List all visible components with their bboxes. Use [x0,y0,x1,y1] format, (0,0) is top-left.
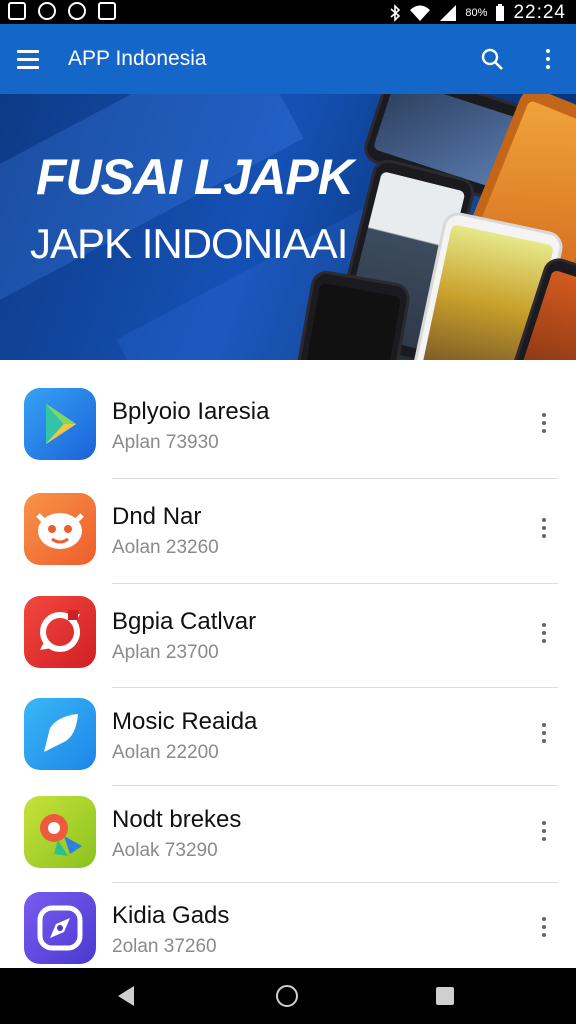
list-item[interactable]: Nodt brekes Aolak 73290 [0,782,576,882]
home-icon[interactable] [276,985,298,1007]
list-item[interactable]: Dnd Nar Aolan 23260 [0,479,576,579]
battery-percent: 80% [465,7,488,19]
app-meta: Aplan 23700 [112,642,219,663]
more-vert-icon[interactable] [532,718,556,748]
app-title: APP Indonesia [68,47,207,70]
app-meta: Aolak 73290 [112,840,218,861]
refresh-app-icon [24,596,96,668]
list-item[interactable]: Kidia Gads 2olan 37260 [0,878,576,968]
more-vert-icon[interactable] [532,408,556,438]
recents-icon[interactable] [436,987,454,1005]
app-meta: Aolan 22200 [112,742,219,763]
signal-icon [440,5,457,21]
chat-bubble-icon [24,698,96,770]
list-item[interactable]: Bplyoio Iaresia Aplan 73930 [0,374,576,474]
app-name: Bplyoio Iaresia [112,398,270,425]
back-icon[interactable] [118,986,134,1006]
compass-icon [24,892,96,964]
cat-face-icon [24,493,96,565]
search-icon[interactable] [464,24,520,94]
menu-icon[interactable] [0,24,56,94]
gallery-icon [8,2,26,20]
banner-subtitle: JAPK INDONIAAI [30,220,348,267]
system-nav-bar [0,968,576,1024]
list-item[interactable]: Mosic Reaida Aolan 22200 [0,684,576,784]
clock: 22:24 [513,2,566,23]
promo-banner[interactable]: FUSAI LJAPK JAPK INDONIAAI [0,94,576,360]
app-bar: APP Indonesia [0,24,576,94]
maps-pin-icon [24,796,96,868]
play-store-icon [24,388,96,460]
banner-title: FUSAI LJAPK [36,149,354,205]
app-name: Bgpia Catlvar [112,608,257,635]
more-vert-icon[interactable] [532,816,556,846]
status-bar: 80% 22:24 [0,0,576,24]
app-meta: Aolan 23260 [112,537,219,558]
battery-icon [496,4,505,21]
app-meta: Aplan 73930 [112,432,219,453]
sync-icon [38,2,56,20]
app-name: Nodt brekes [112,806,242,833]
more-vert-icon[interactable] [532,618,556,648]
app-name: Dnd Nar [112,503,202,530]
app-name: Kidia Gads [112,902,230,929]
more-vert-icon[interactable] [532,513,556,543]
app-list: Bplyoio Iaresia Aplan 73930 Dnd Nar Aola… [0,360,576,968]
image-icon [98,2,116,20]
wifi-icon [410,5,431,21]
list-item[interactable]: Bgpia Catlvar Aplan 23700 [0,584,576,684]
more-vert-icon[interactable] [520,24,576,94]
more-vert-icon[interactable] [532,912,556,942]
app-name: Mosic Reaida [112,708,258,735]
camera-icon [68,2,86,20]
app-meta: 2olan 37260 [112,936,217,957]
bluetooth-icon [390,4,401,22]
